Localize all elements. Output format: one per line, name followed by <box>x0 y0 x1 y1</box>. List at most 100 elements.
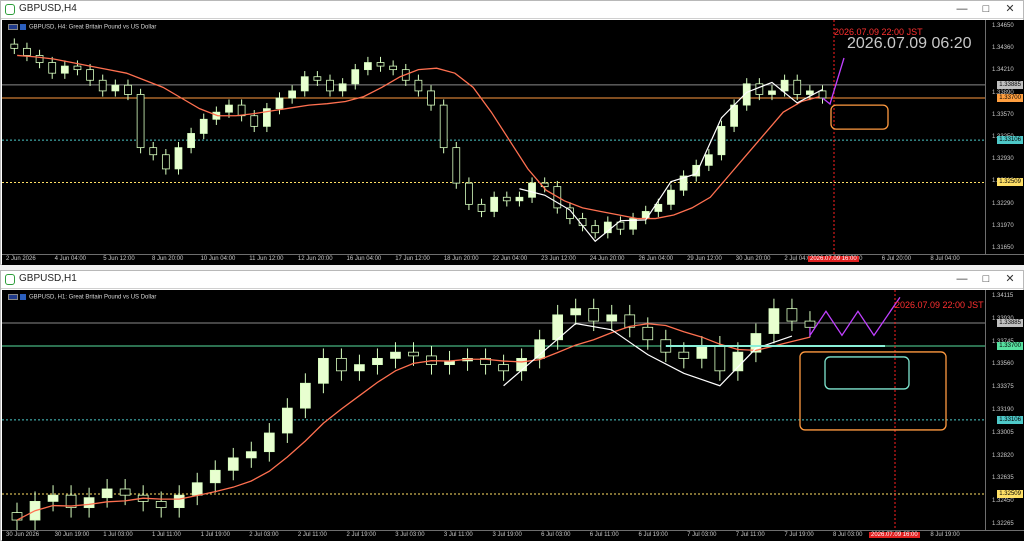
time-tick-label: 30 Jun 2026 <box>6 532 40 538</box>
candle <box>101 488 113 499</box>
minimize-button[interactable]: — <box>951 2 973 17</box>
candle <box>465 182 473 205</box>
price-tick-label: 1.33190 <box>992 407 1014 413</box>
marker-time-label: 2026.07.09 22:00 JST <box>895 300 984 310</box>
candle <box>818 90 827 99</box>
symbol-icon <box>20 24 26 30</box>
candle <box>237 104 246 117</box>
candle <box>732 351 744 372</box>
price-tick-label: 1.32450 <box>992 498 1014 505</box>
candle <box>515 196 524 202</box>
candle <box>408 351 419 357</box>
time-tick-label: 6 Jul 11:00 <box>589 532 619 538</box>
candle <box>60 65 69 74</box>
current-date-overlay: 2026.07.09 06:20 <box>847 35 972 52</box>
candle <box>161 154 170 170</box>
candle <box>498 364 509 372</box>
candle <box>73 65 82 71</box>
candle <box>642 326 654 341</box>
candle <box>678 351 690 359</box>
minimize-button[interactable]: — <box>951 272 973 287</box>
candle <box>804 320 816 328</box>
candle <box>805 90 814 95</box>
candle <box>191 482 203 496</box>
target-box <box>830 104 889 130</box>
time-tick-label: 7 Jul 19:00 <box>784 532 814 538</box>
candle <box>338 83 347 92</box>
time-tick-label: 4 Jun 04:00 <box>54 256 86 262</box>
price-level-tag: 1.33106 <box>997 136 1023 145</box>
time-tick-label: 30 Jun 20:00 <box>735 256 771 262</box>
candle <box>174 147 183 170</box>
price-tick-label: 1.32265 <box>992 521 1014 527</box>
time-tick-label: 1 Jul 11:00 <box>151 532 181 538</box>
candle <box>281 407 293 434</box>
candle <box>570 308 582 316</box>
candle <box>641 211 650 219</box>
candle <box>364 62 372 71</box>
candlestick-chart-svg <box>2 20 985 254</box>
candle <box>667 189 675 205</box>
symbol-icon <box>20 294 26 300</box>
time-tick-label: 30 Jun 19:00 <box>54 532 90 538</box>
candle <box>111 84 120 92</box>
time-tick-label: 1 Jul 03:00 <box>103 532 133 538</box>
candle <box>755 83 764 95</box>
candle <box>47 494 59 502</box>
inner-target-box <box>824 356 910 390</box>
time-axis-h4[interactable]: 2 Jun 2026 4 Jun 04:00 5 Jun 12:00 8 Jun 20… <box>2 254 1024 265</box>
candle <box>717 125 726 156</box>
candlestick-chart-svg <box>2 290 985 530</box>
candle <box>534 339 545 359</box>
candle <box>227 457 239 471</box>
time-tick-label: 2 Jun 2026 <box>6 256 36 262</box>
close-button[interactable]: ✕ <box>999 272 1021 287</box>
time-tick-label: 2 Jul 11:00 <box>297 532 327 538</box>
window-title: GBPUSD,H4 <box>19 3 77 14</box>
candle <box>149 147 158 156</box>
window-title: GBPUSD,H1 <box>19 273 77 284</box>
candle <box>427 90 435 106</box>
maximize-button[interactable]: □ <box>975 272 997 287</box>
time-tick-label: 2 Jul 19:00 <box>346 532 376 538</box>
price-tick-label: 1.32930 <box>992 156 1014 163</box>
candle <box>10 43 19 49</box>
price-axis-h4[interactable]: 1.346501.343601.342101.338901.335701.332… <box>985 20 1024 254</box>
candle <box>313 76 322 81</box>
candle <box>372 357 383 366</box>
time-tick-label: 8 Jun 20:00 <box>151 256 184 262</box>
price-tick-label: 1.33005 <box>992 429 1014 436</box>
price-chart-h4[interactable]: GBPUSD, H4: Great Britain Pound vs US Do… <box>2 20 985 254</box>
candle <box>124 84 132 95</box>
candle <box>173 494 185 509</box>
candle <box>250 115 259 127</box>
candle <box>780 79 789 92</box>
window-titlebar[interactable]: GBPUSD,H4 — □ ✕ <box>1 1 1023 19</box>
price-tick-label: 1.31650 <box>992 245 1014 251</box>
candle <box>209 469 221 484</box>
close-button[interactable]: ✕ <box>999 2 1021 17</box>
candle <box>336 357 347 372</box>
candle <box>275 97 284 110</box>
window-titlebar[interactable]: GBPUSD,H1 — □ ✕ <box>1 271 1023 289</box>
maximize-button[interactable]: □ <box>975 2 997 17</box>
candle <box>452 147 461 184</box>
cursor-date-tag: 2026.07.09 16:00 <box>869 532 920 538</box>
price-chart-h1[interactable]: GBPUSD, H1: Great Britain Pound vs US Do… <box>2 290 985 530</box>
time-axis-h1[interactable]: 30 Jun 2026 30 Jun 19:00 1 Jul 03:00 1 Jul … <box>2 530 1024 541</box>
chart-window-icon <box>5 274 15 285</box>
price-axis-h1[interactable]: 1.341151.339301.337451.335601.333751.331… <box>985 290 1024 530</box>
price-level-tag: 1.32509 <box>997 490 1023 499</box>
candle <box>98 79 107 92</box>
time-tick-label: 3 Jul 03:00 <box>395 532 425 538</box>
time-tick-label: 8 Jul 04:00 <box>930 256 960 262</box>
candle <box>768 90 776 95</box>
time-tick-label: 6 Jul 20:00 <box>881 256 912 262</box>
candle <box>786 308 798 322</box>
time-tick-label: 29 Jun 12:00 <box>687 256 722 262</box>
candle <box>502 196 511 202</box>
time-tick-label: 23 Jun 12:00 <box>541 256 576 262</box>
time-tick-label: 18 Jun 20:00 <box>443 256 479 262</box>
time-tick-label: 3 Jul 19:00 <box>492 532 522 538</box>
candle <box>354 364 365 372</box>
